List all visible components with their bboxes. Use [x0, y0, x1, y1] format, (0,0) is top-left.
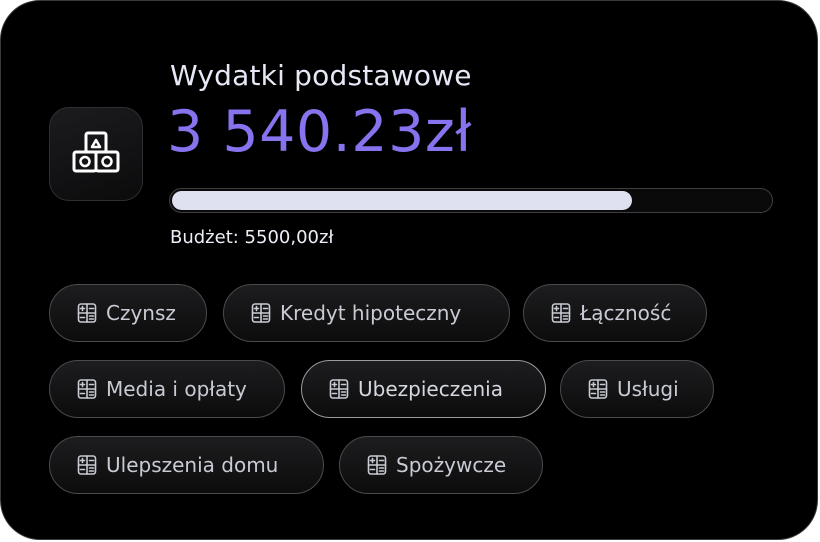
calculator-icon — [587, 378, 609, 400]
category-chip-media-i-oplaty[interactable]: Media i opłaty — [49, 360, 285, 418]
chip-label: Ulepszenia domu — [106, 453, 279, 477]
category-chip-lacznosc[interactable]: Łączność — [523, 284, 707, 342]
calculator-icon — [366, 454, 388, 476]
card-title: Wydatki podstawowe — [170, 59, 472, 92]
budget-progress-bar — [169, 188, 773, 213]
calculator-icon — [550, 302, 572, 324]
chip-label: Ubezpieczenia — [358, 377, 503, 401]
budget-progress-fill — [172, 191, 632, 210]
category-icon-tile — [49, 107, 143, 201]
expense-card: Wydatki podstawowe 3 540.23zł Budżet: 55… — [0, 0, 818, 540]
budget-label: Budżet: 5500,00zł — [170, 227, 334, 248]
spent-amount: 3 540.23zł — [167, 99, 472, 165]
calculator-icon — [250, 302, 272, 324]
calculator-icon — [76, 302, 98, 324]
chip-label: Czynsz — [106, 301, 176, 325]
chip-label: Usługi — [617, 377, 679, 401]
chip-label: Kredyt hipoteczny — [280, 301, 462, 325]
calculator-icon — [328, 378, 350, 400]
category-chip-ubezpieczenia[interactable]: Ubezpieczenia — [301, 360, 546, 418]
chip-label: Spożywcze — [396, 453, 507, 477]
category-chip-uslugi[interactable]: Usługi — [560, 360, 714, 418]
chip-label: Media i opłaty — [106, 377, 247, 401]
category-chip-spozywcze[interactable]: Spożywcze — [339, 436, 543, 494]
category-chip-ulepszenia-domu[interactable]: Ulepszenia domu — [49, 436, 324, 494]
calculator-icon — [76, 378, 98, 400]
chip-label: Łączność — [580, 301, 672, 325]
blocks-icon — [71, 130, 121, 178]
category-chip-kredyt-hipoteczny[interactable]: Kredyt hipoteczny — [223, 284, 510, 342]
category-chip-czynsz[interactable]: Czynsz — [49, 284, 207, 342]
calculator-icon — [76, 454, 98, 476]
